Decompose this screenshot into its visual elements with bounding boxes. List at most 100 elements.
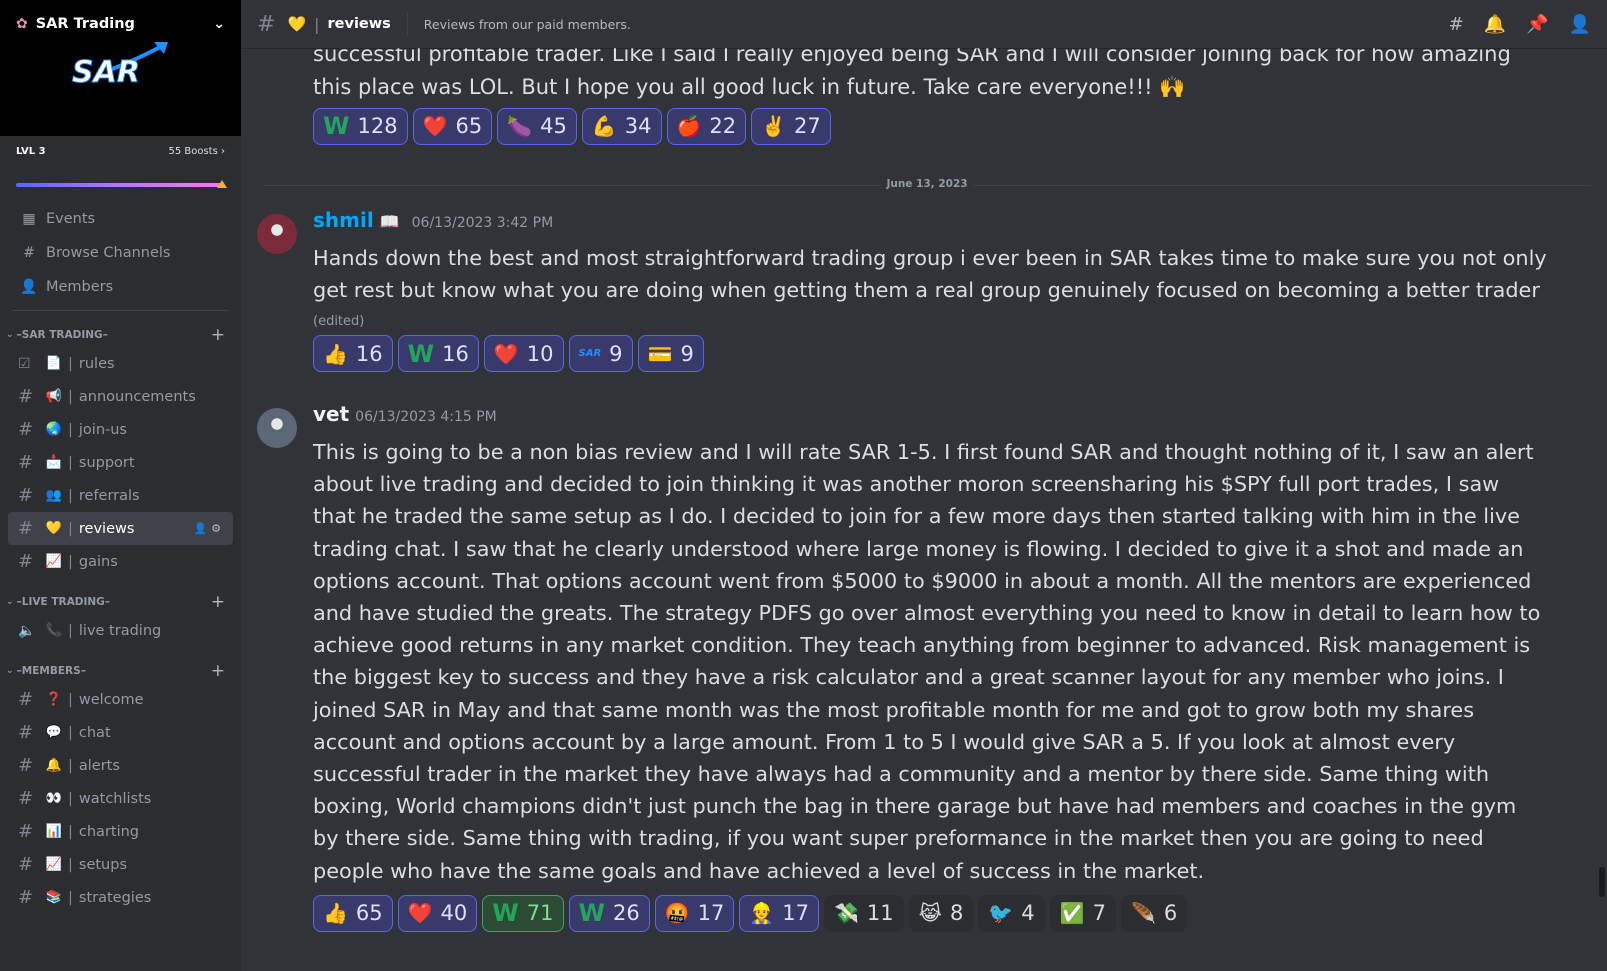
reaction-emoji: 👍 xyxy=(323,341,348,366)
reaction-button[interactable]: 👷 17 xyxy=(739,894,819,932)
reaction-count: 11 xyxy=(866,901,894,926)
reaction-button[interactable]: 🤬 17 xyxy=(654,894,735,932)
yellow-heart-icon: 💛 xyxy=(287,15,307,33)
boost-count[interactable]: 55 Boosts › xyxy=(168,146,225,157)
reaction-button[interactable]: 👍 65 xyxy=(313,894,393,932)
channel-gains[interactable]: # 📈 | gains xyxy=(8,545,233,578)
channel-topic[interactable]: Reviews from our paid members. xyxy=(424,17,631,32)
boost-bar xyxy=(16,180,227,188)
nav-item-members[interactable]: 👤 Members xyxy=(0,270,241,304)
reaction-count: 22 xyxy=(709,113,737,138)
header-toolbar: # 🔔 📌 👤 xyxy=(1449,14,1591,35)
bell-icon[interactable]: 🔔 xyxy=(1484,14,1506,35)
channel-name: reviews xyxy=(327,16,391,32)
member-list-icon[interactable]: 👤 xyxy=(1569,14,1591,35)
message-feed[interactable]: successful profitable trader. Like I sai… xyxy=(241,48,1607,971)
add-channel-icon[interactable]: + xyxy=(211,661,225,681)
reaction-button[interactable]: 🍎 22 xyxy=(666,107,747,145)
nav-item-events[interactable]: ▦ Events xyxy=(0,202,241,236)
category-header[interactable]: ⌄ –MEMBERS– + xyxy=(0,659,241,683)
channel-separator: | xyxy=(68,520,73,537)
channel-hash-icon: # xyxy=(257,11,276,37)
reaction-button[interactable]: 🐦 4 xyxy=(978,894,1045,932)
add-channel-icon[interactable]: + xyxy=(211,325,225,345)
reaction-emoji: W xyxy=(323,111,350,140)
chevron-down-icon[interactable]: ⌄ xyxy=(213,16,225,32)
reaction-emoji: ❤️ xyxy=(493,341,519,366)
reaction-button[interactable]: 💪 34 xyxy=(581,107,662,145)
nav-item-browse-channels[interactable]: # Browse Channels xyxy=(0,236,241,270)
message-header: vet 06/13/2023 4:15 PM xyxy=(313,402,1547,436)
reaction-button[interactable]: 💸 11 xyxy=(824,894,904,932)
channel-hash-icon: # xyxy=(18,485,34,506)
server-header[interactable]: ✿ SAR Trading ⌄ xyxy=(16,16,225,32)
avatar[interactable] xyxy=(257,213,297,254)
reaction-button[interactable]: 💳 9 xyxy=(637,335,704,372)
scrollbar-thumb[interactable] xyxy=(1599,867,1605,897)
channel-alerts[interactable]: # 🔔 | alerts xyxy=(8,749,233,782)
reaction-emoji: W xyxy=(578,899,605,928)
reaction-button[interactable]: ❤️ 40 xyxy=(397,894,478,932)
channel-welcome[interactable]: # ❓ | welcome xyxy=(8,683,233,716)
reaction-button[interactable]: 👍 16 xyxy=(313,335,393,372)
channel-name: join-us xyxy=(78,421,127,438)
channel-support[interactable]: # 📩 | support xyxy=(8,446,233,479)
reaction-count: 17 xyxy=(697,901,725,926)
channel-emoji: 📞 xyxy=(45,623,63,638)
edited-marker: (edited) xyxy=(313,314,365,329)
message-continuation: successful profitable trader. Like I sai… xyxy=(241,48,1607,145)
channel-reviews[interactable]: # 💛 | reviews 👤⚙ xyxy=(8,512,233,545)
channel-setups[interactable]: # 📈 | setups xyxy=(8,848,233,881)
avatar[interactable] xyxy=(257,408,297,448)
category-name: –SAR TRADING– xyxy=(16,329,108,341)
category-header[interactable]: ⌄ –LIVE TRADING– + xyxy=(0,590,241,614)
server-name: SAR Trading xyxy=(35,16,135,32)
channel-strategies[interactable]: # 📚 | strategies xyxy=(8,881,233,914)
channel-charting[interactable]: # 📊 | charting xyxy=(8,815,233,848)
reaction-emoji: SAR xyxy=(578,348,602,359)
add-channel-icon[interactable]: + xyxy=(211,592,225,612)
channel-separator: | xyxy=(68,790,73,807)
channel-hash-icon: # xyxy=(18,452,34,473)
reaction-button[interactable]: ✅ 7 xyxy=(1049,894,1116,932)
boost-progress[interactable]: LVL 3 55 Boosts › xyxy=(0,136,241,202)
channel-watchlists[interactable]: # 👀 | watchlists xyxy=(8,782,233,815)
pin-icon[interactable]: 📌 xyxy=(1526,14,1548,35)
channel-join-us[interactable]: # 🌏 | join-us xyxy=(8,413,233,446)
reaction-button[interactable]: ✌️ 27 xyxy=(751,107,831,145)
channel-name: strategies xyxy=(78,889,152,906)
category-header[interactable]: ⌄ –SAR TRADING– + xyxy=(0,323,241,347)
reaction-button[interactable]: SAR 9 xyxy=(568,335,633,372)
reaction-button[interactable]: ❤️ 10 xyxy=(483,335,564,372)
channel-separator: | xyxy=(68,856,73,873)
reaction-count: 45 xyxy=(540,113,567,138)
reaction-button[interactable]: W 128 xyxy=(313,107,408,145)
sar-logo: SAR xyxy=(72,42,168,90)
reaction-button[interactable]: ❤️ 65 xyxy=(412,107,493,145)
channel-list: ⌄ –SAR TRADING– + ☑ 📄 | rules # 📢 | announcements #… xyxy=(0,323,241,914)
author-name[interactable]: vet xyxy=(313,402,349,426)
server-banner[interactable]: ✿ SAR Trading ⌄ SAR xyxy=(0,0,241,136)
author-name[interactable]: shmil xyxy=(313,208,374,232)
channel-emoji: 📚 xyxy=(45,890,63,905)
reaction-button[interactable]: 😹 8 xyxy=(908,894,974,932)
reaction-button[interactable]: W 26 xyxy=(568,894,650,932)
reaction-button[interactable]: 🍆 45 xyxy=(497,107,577,145)
channel-announcements[interactable]: # 📢 | announcements xyxy=(8,380,233,413)
channel-separator: | xyxy=(68,622,73,639)
nav-item-label: Members xyxy=(46,279,114,295)
reaction-emoji: 👍 xyxy=(323,901,348,926)
reaction-emoji: ❤️ xyxy=(407,901,433,926)
channel-rules[interactable]: ☑ 📄 | rules xyxy=(8,347,233,380)
reaction-button[interactable]: 🪶 6 xyxy=(1120,894,1188,932)
channel-hash-icon: # xyxy=(18,551,34,572)
channel-emoji: 👀 xyxy=(45,791,63,806)
channel-live-trading[interactable]: 🔈 📞 | live trading xyxy=(8,614,233,647)
reaction-button[interactable]: W 71 xyxy=(482,894,564,932)
channel-chat[interactable]: # 💬 | chat xyxy=(8,716,233,749)
channel-hash-icon: # xyxy=(18,755,34,776)
channel-referrals[interactable]: # 👥 | referrals xyxy=(8,479,233,512)
reaction-button[interactable]: W 16 xyxy=(397,335,479,372)
threads-icon[interactable]: # xyxy=(1449,14,1464,35)
channel-settings-icons[interactable]: 👤⚙ xyxy=(193,522,225,535)
